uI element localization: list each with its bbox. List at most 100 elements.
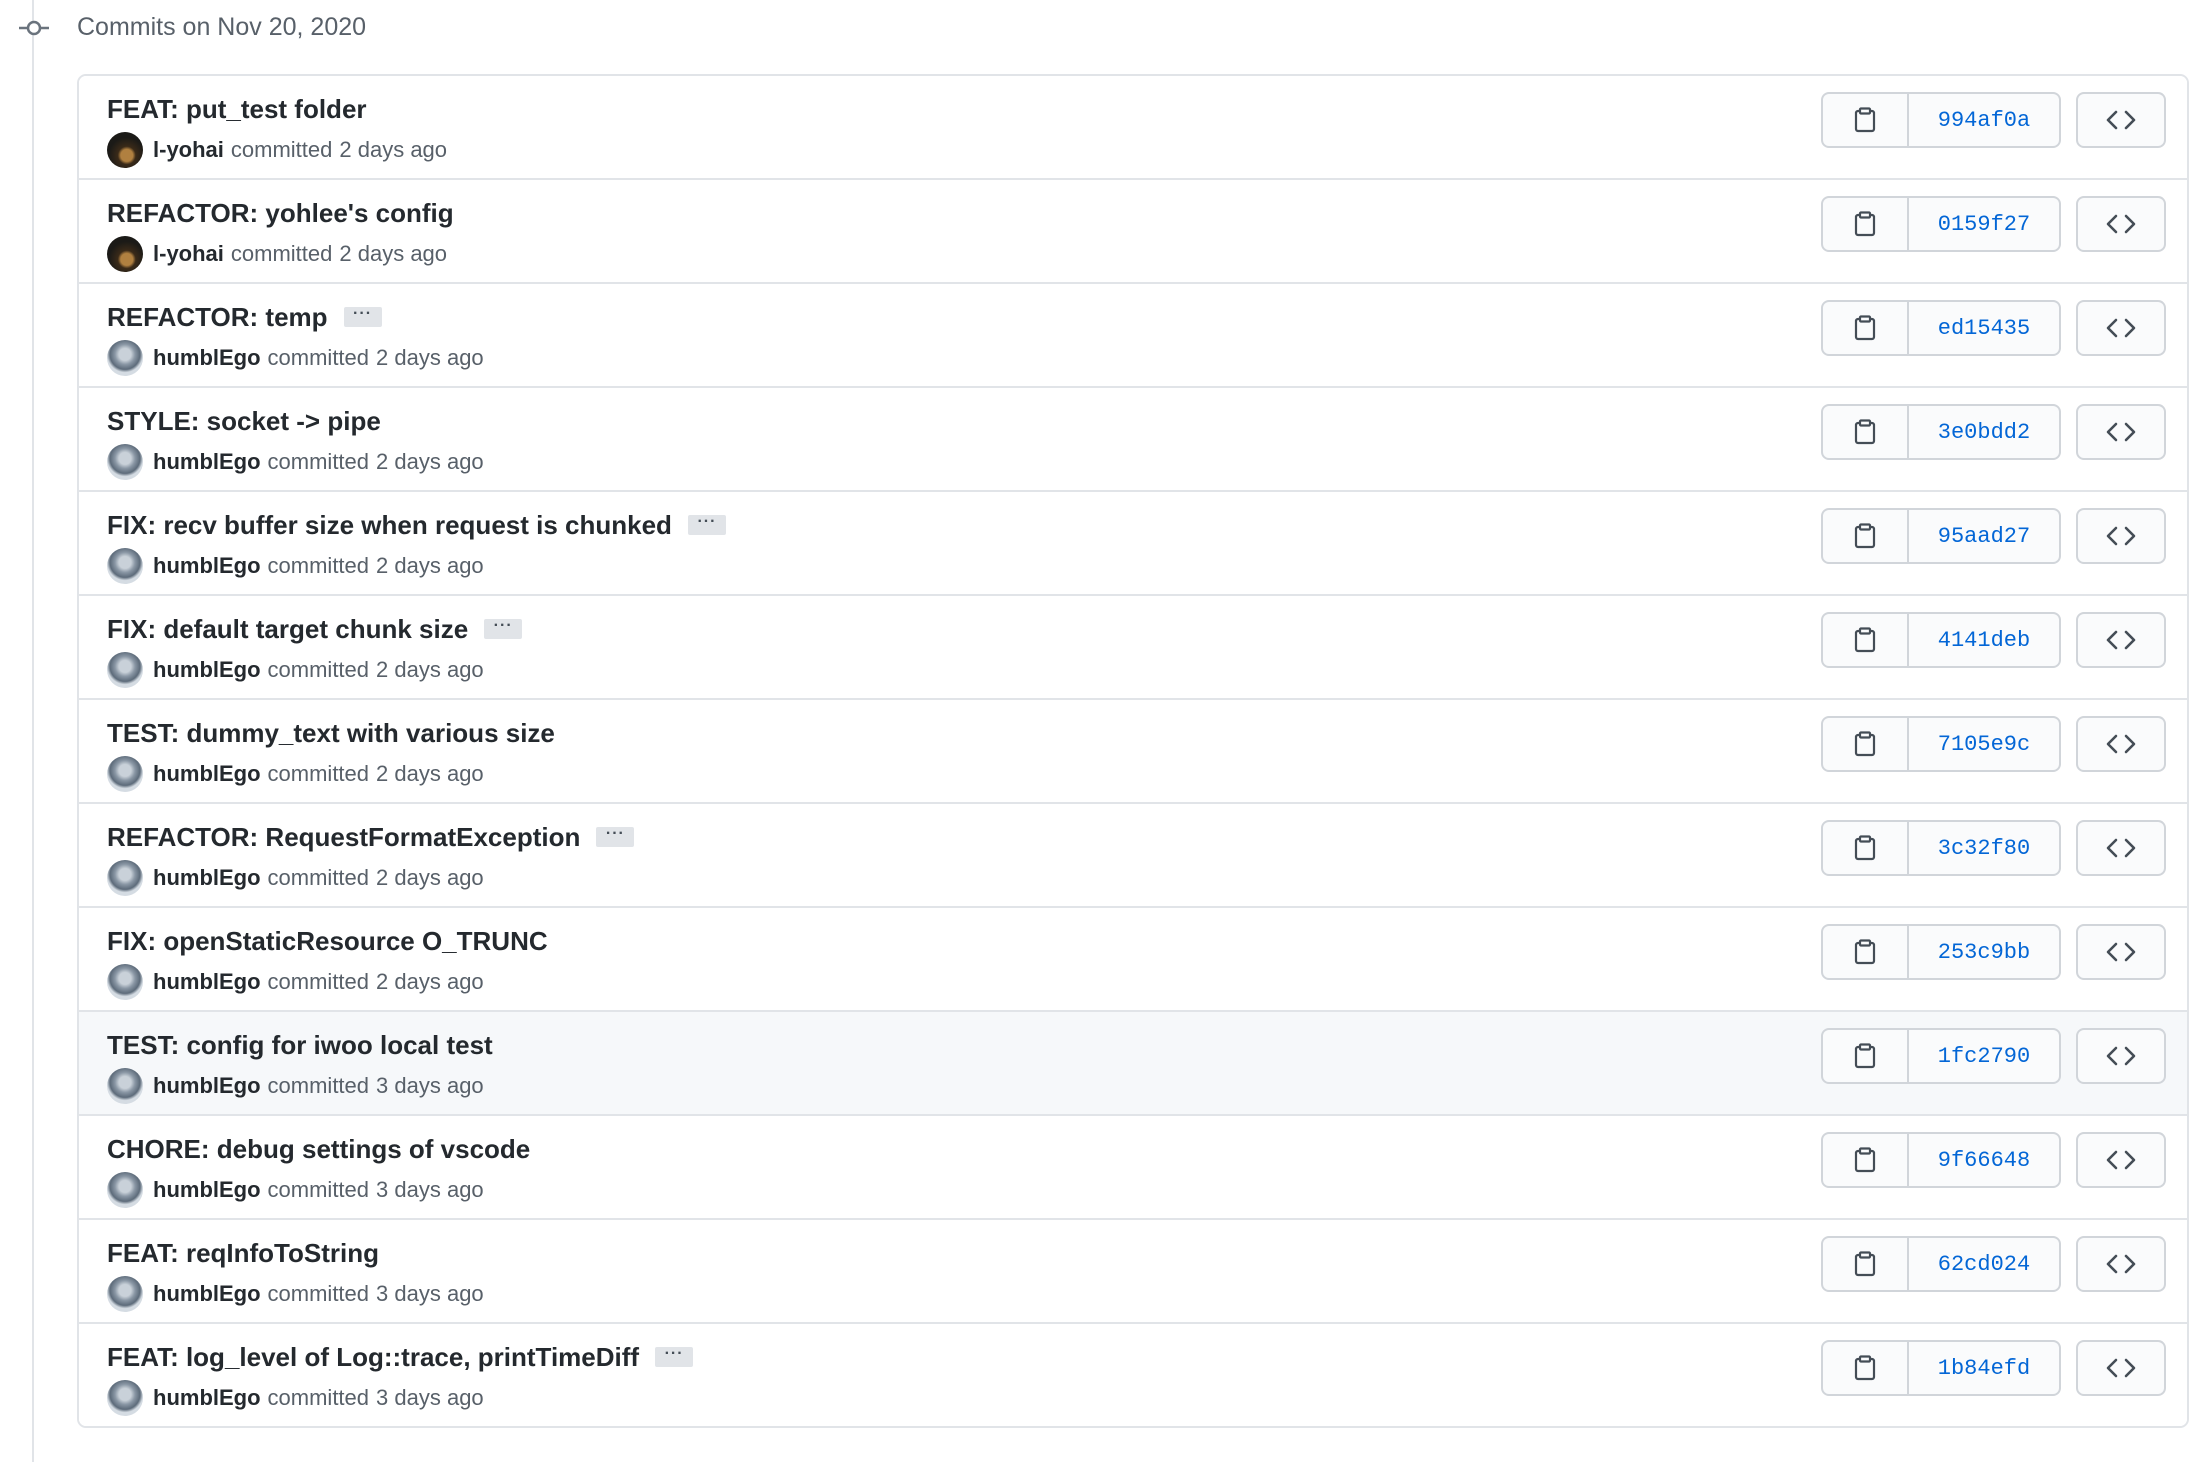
- expand-description-button[interactable]: ···: [596, 826, 635, 847]
- avatar[interactable]: [107, 340, 143, 376]
- commit-message-link[interactable]: STYLE: socket -> pipe: [107, 406, 381, 437]
- commit-message-link[interactable]: FEAT: log_level of Log::trace, printTime…: [107, 1342, 639, 1373]
- avatar[interactable]: [107, 1068, 143, 1104]
- author-link[interactable]: humblEgo: [153, 657, 261, 683]
- clipboard-icon: [1854, 1355, 1876, 1381]
- commit-sha-link[interactable]: 0159f27: [1909, 196, 2061, 252]
- commit-sha-link[interactable]: 9f66648: [1909, 1132, 2061, 1188]
- copy-sha-button[interactable]: [1821, 1132, 1909, 1188]
- commit-message-link[interactable]: REFACTOR: yohlee's config: [107, 198, 454, 229]
- author-link[interactable]: humblEgo: [153, 553, 261, 579]
- copy-sha-button[interactable]: [1821, 404, 1909, 460]
- copy-sha-button[interactable]: [1821, 1236, 1909, 1292]
- commit-row: CHORE: debug settings of vscode humblEgo…: [79, 1116, 2187, 1220]
- copy-sha-button[interactable]: [1821, 508, 1909, 564]
- commit-message-link[interactable]: FEAT: put_test folder: [107, 94, 367, 125]
- avatar[interactable]: [107, 548, 143, 584]
- commit-message-link[interactable]: TEST: dummy_text with various size: [107, 718, 555, 749]
- browse-repo-button[interactable]: [2076, 1028, 2166, 1084]
- author-link[interactable]: humblEgo: [153, 865, 261, 891]
- commit-sha-link[interactable]: 4141deb: [1909, 612, 2061, 668]
- avatar[interactable]: [107, 964, 143, 1000]
- browse-repo-button[interactable]: [2076, 924, 2166, 980]
- copy-sha-button[interactable]: [1821, 1340, 1909, 1396]
- commit-verb: committed: [267, 865, 370, 890]
- copy-sha-button[interactable]: [1821, 716, 1909, 772]
- copy-sha-button[interactable]: [1821, 924, 1909, 980]
- author-link[interactable]: humblEgo: [153, 1385, 261, 1411]
- commit-title-line: FEAT: log_level of Log::trace, printTime…: [107, 1338, 694, 1376]
- avatar[interactable]: [107, 756, 143, 792]
- commit-sha-link[interactable]: 95aad27: [1909, 508, 2061, 564]
- commit-verb: committed: [267, 969, 370, 994]
- commit-message-link[interactable]: FIX: default target chunk size: [107, 614, 468, 645]
- commit-time: 2 days ago: [376, 865, 484, 890]
- code-icon: [2106, 1150, 2136, 1170]
- commit-sha-link[interactable]: 3c32f80: [1909, 820, 2061, 876]
- copy-sha-button[interactable]: [1821, 92, 1909, 148]
- author-link[interactable]: humblEgo: [153, 1281, 261, 1307]
- code-icon: [2106, 214, 2136, 234]
- commit-message-link[interactable]: TEST: config for iwoo local test: [107, 1030, 493, 1061]
- author-link[interactable]: humblEgo: [153, 1177, 261, 1203]
- avatar[interactable]: [107, 132, 143, 168]
- browse-repo-button[interactable]: [2076, 1236, 2166, 1292]
- avatar[interactable]: [107, 1276, 143, 1312]
- browse-repo-button[interactable]: [2076, 508, 2166, 564]
- commit-row: TEST: dummy_text with various size humbl…: [79, 700, 2187, 804]
- commit-sha-link[interactable]: ed15435: [1909, 300, 2061, 356]
- commit-message-link[interactable]: REFACTOR: RequestFormatException: [107, 822, 580, 853]
- avatar[interactable]: [107, 860, 143, 896]
- browse-repo-button[interactable]: [2076, 1340, 2166, 1396]
- commit-message-link[interactable]: FEAT: reqInfoToString: [107, 1238, 379, 1269]
- browse-repo-button[interactable]: [2076, 404, 2166, 460]
- copy-sha-button[interactable]: [1821, 820, 1909, 876]
- commit-message-link[interactable]: FIX: openStaticResource O_TRUNC: [107, 926, 548, 957]
- commit-sha-link[interactable]: 62cd024: [1909, 1236, 2061, 1292]
- browse-repo-button[interactable]: [2076, 1132, 2166, 1188]
- expand-description-button[interactable]: ···: [484, 618, 523, 639]
- commit-actions: 95aad27: [1821, 508, 2166, 564]
- expand-description-button[interactable]: ···: [343, 306, 382, 327]
- commit-actions: 3c32f80: [1821, 820, 2166, 876]
- commit-list: FEAT: put_test folder l-yohai committed …: [77, 74, 2189, 1428]
- author-link[interactable]: humblEgo: [153, 345, 261, 371]
- commit-row: FEAT: put_test folder l-yohai committed …: [79, 76, 2187, 180]
- copy-sha-button[interactable]: [1821, 196, 1909, 252]
- author-link[interactable]: l-yohai: [153, 137, 224, 163]
- avatar[interactable]: [107, 1172, 143, 1208]
- commit-sha-link[interactable]: 253c9bb: [1909, 924, 2061, 980]
- commit-sha-link[interactable]: 7105e9c: [1909, 716, 2061, 772]
- browse-repo-button[interactable]: [2076, 716, 2166, 772]
- avatar[interactable]: [107, 652, 143, 688]
- expand-description-button[interactable]: ···: [687, 514, 726, 535]
- commit-message-link[interactable]: CHORE: debug settings of vscode: [107, 1134, 530, 1165]
- author-link[interactable]: humblEgo: [153, 1073, 261, 1099]
- browse-repo-button[interactable]: [2076, 820, 2166, 876]
- commit-message-link[interactable]: FIX: recv buffer size when request is ch…: [107, 510, 672, 541]
- code-icon: [2106, 1046, 2136, 1066]
- browse-repo-button[interactable]: [2076, 300, 2166, 356]
- author-link[interactable]: l-yohai: [153, 241, 224, 267]
- avatar[interactable]: [107, 236, 143, 272]
- browse-repo-button[interactable]: [2076, 196, 2166, 252]
- copy-sha-button[interactable]: [1821, 612, 1909, 668]
- commit-sha-link[interactable]: 1b84efd: [1909, 1340, 2061, 1396]
- author-link[interactable]: humblEgo: [153, 761, 261, 787]
- avatar[interactable]: [107, 444, 143, 480]
- commit-row: FEAT: log_level of Log::trace, printTime…: [79, 1324, 2187, 1426]
- git-commit-icon: [19, 20, 49, 36]
- clipboard-icon: [1854, 419, 1876, 445]
- commit-sha-link[interactable]: 994af0a: [1909, 92, 2061, 148]
- expand-description-button[interactable]: ···: [655, 1346, 694, 1367]
- copy-sha-button[interactable]: [1821, 300, 1909, 356]
- commit-message-link[interactable]: REFACTOR: temp: [107, 302, 328, 333]
- browse-repo-button[interactable]: [2076, 92, 2166, 148]
- commit-sha-link[interactable]: 1fc2790: [1909, 1028, 2061, 1084]
- copy-sha-button[interactable]: [1821, 1028, 1909, 1084]
- commit-sha-link[interactable]: 3e0bdd2: [1909, 404, 2061, 460]
- author-link[interactable]: humblEgo: [153, 969, 261, 995]
- browse-repo-button[interactable]: [2076, 612, 2166, 668]
- avatar[interactable]: [107, 1380, 143, 1416]
- author-link[interactable]: humblEgo: [153, 449, 261, 475]
